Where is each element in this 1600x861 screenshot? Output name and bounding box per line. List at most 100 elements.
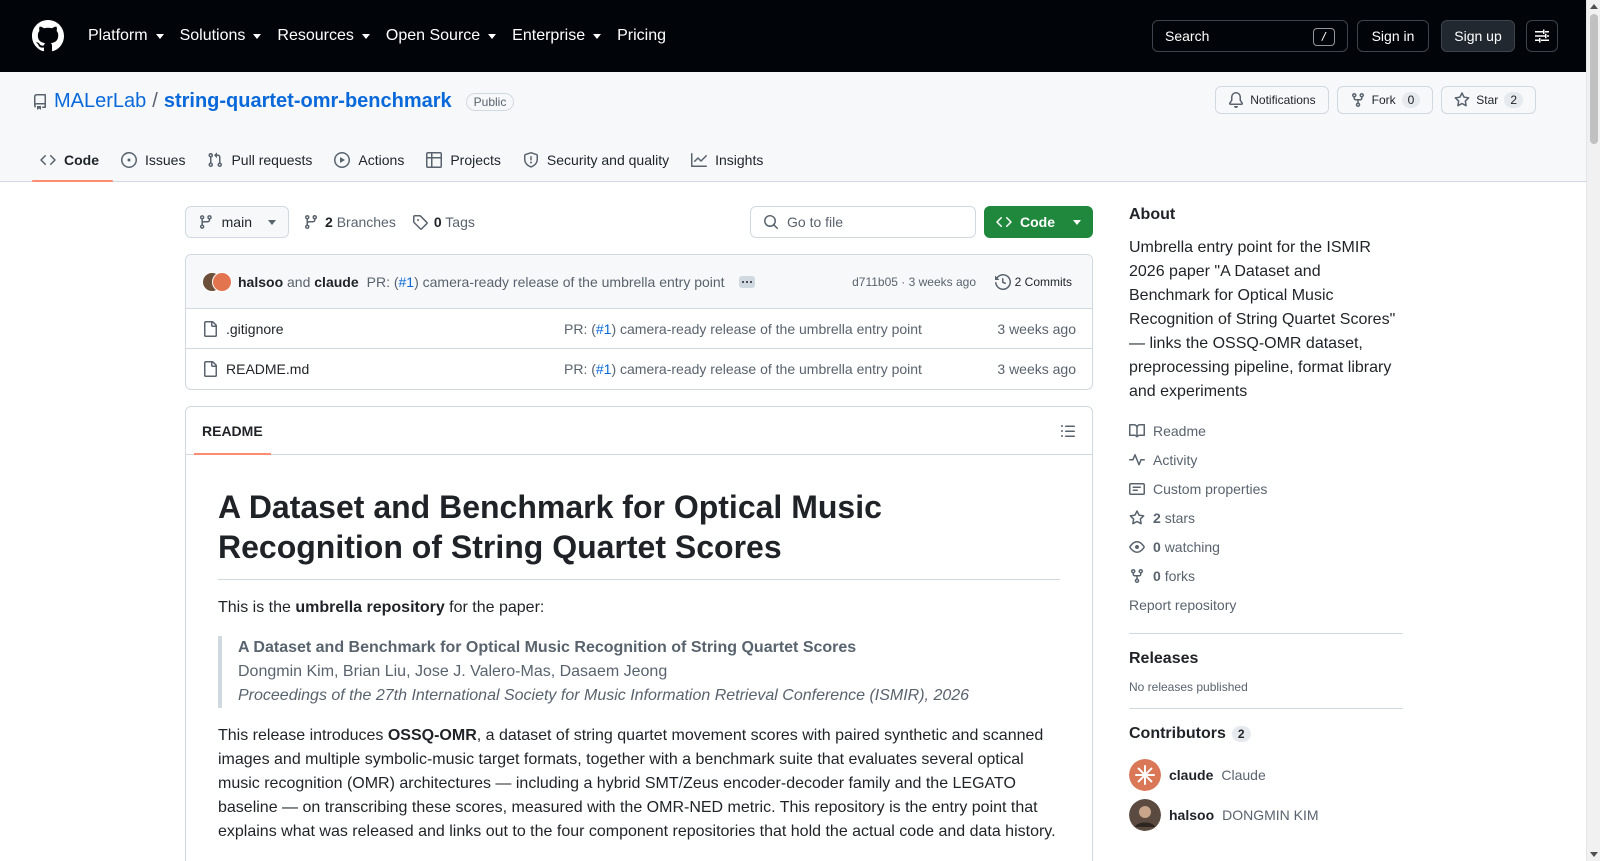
file-icon <box>204 361 217 377</box>
book-icon <box>1129 423 1145 437</box>
pr-link[interactable]: #1 <box>596 321 612 337</box>
fork-icon <box>1351 93 1364 108</box>
fork-label: Fork <box>1371 93 1396 107</box>
readme-intro: This is the umbrella repository for the … <box>218 599 545 616</box>
page-scrollbar[interactable] <box>1586 0 1600 861</box>
file-name-link[interactable]: README.md <box>226 361 309 377</box>
file-commit-message[interactable]: PR: (#1) camera-ready release of the umb… <box>564 361 922 377</box>
tag-icon <box>412 215 428 230</box>
nav-enterprise[interactable]: Enterprise <box>504 18 609 54</box>
tab-code[interactable]: Code <box>32 138 113 182</box>
repo-name-link[interactable]: string-quartet-omr-benchmark <box>164 90 452 113</box>
issue-opened-icon <box>121 152 137 168</box>
code-icon <box>996 216 1012 228</box>
avatar <box>1129 799 1161 831</box>
file-name-link[interactable]: .gitignore <box>226 321 284 337</box>
tab-issues[interactable]: Issues <box>113 138 199 182</box>
pull-request-icon <box>208 152 223 168</box>
branches-count: 2 <box>325 214 333 230</box>
readme-link[interactable]: Readme <box>1129 416 1403 445</box>
tab-projects[interactable]: Projects <box>418 138 515 182</box>
commit-author-link[interactable]: claude <box>314 274 358 290</box>
nav-platform[interactable]: Platform <box>80 18 172 54</box>
github-logo-icon[interactable] <box>32 20 64 52</box>
star-button[interactable]: Star 2 <box>1441 86 1536 114</box>
fork-button[interactable]: Fork 0 <box>1336 86 1434 114</box>
divider <box>1129 633 1403 634</box>
citation-venue: Proceedings of the 27th International So… <box>238 687 970 704</box>
search-icon <box>764 215 779 230</box>
contributors-count: 2 <box>1231 726 1251 742</box>
report-repository-link[interactable]: Report repository <box>1129 590 1403 619</box>
forks-link[interactable]: 0 forks <box>1129 561 1403 590</box>
nav-open-source[interactable]: Open Source <box>378 18 504 54</box>
notifications-label: Notifications <box>1250 93 1316 107</box>
pr-link[interactable]: #1 <box>596 361 612 377</box>
tab-security[interactable]: Security and quality <box>515 138 683 182</box>
chevron-down-icon <box>361 33 370 39</box>
activity-link[interactable]: Activity <box>1129 445 1403 474</box>
repo-actions: Notifications Fork 0 Star 2 <box>1215 86 1536 114</box>
readme-title: A Dataset and Benchmark for Optical Musi… <box>218 487 1060 580</box>
repo-title: MALerLab / string-quartet-omr-benchmark … <box>32 90 515 113</box>
nav-pricing[interactable]: Pricing <box>609 18 674 54</box>
repo-icon <box>34 93 46 110</box>
code-dropdown-button[interactable]: Code <box>984 206 1093 238</box>
contributors-heading[interactable]: Contributors 2 <box>1129 725 1403 743</box>
star-icon <box>1129 509 1145 524</box>
commit-message[interactable]: PR: (#1) camera-ready release of the umb… <box>367 274 725 290</box>
search-input[interactable]: Search / <box>1152 20 1348 52</box>
list-unordered-icon[interactable] <box>1060 423 1076 439</box>
shield-icon <box>523 152 538 168</box>
nav-resources[interactable]: Resources <box>269 18 377 54</box>
code-button-label: Code <box>1020 214 1055 230</box>
chevron-down-icon <box>268 219 276 225</box>
contributor-item[interactable]: claude Claude <box>1129 755 1403 795</box>
notifications-button[interactable]: Notifications <box>1215 86 1329 114</box>
divider <box>1129 708 1403 709</box>
go-to-file-input[interactable]: Go to file <box>750 206 976 238</box>
file-commit-message[interactable]: PR: (#1) camera-ready release of the umb… <box>564 321 922 337</box>
top-nav: Platform Solutions Resources Open Source… <box>80 0 674 72</box>
chevron-down-icon <box>488 33 497 39</box>
releases-heading[interactable]: Releases <box>1129 650 1403 668</box>
contributor-item[interactable]: halsoo DONGMIN KIM <box>1129 795 1403 835</box>
tab-insights[interactable]: Insights <box>683 138 777 182</box>
pr-link[interactable]: #1 <box>399 274 415 290</box>
branches-link[interactable]: 2 Branches <box>303 214 396 230</box>
branches-label: Branches <box>336 214 396 230</box>
citation-title: A Dataset and Benchmark for Optical Musi… <box>238 639 857 656</box>
scroll-down-arrow-icon[interactable] <box>1590 852 1598 857</box>
nav-solutions[interactable]: Solutions <box>172 18 270 54</box>
sign-in-button[interactable]: Sign in <box>1357 20 1429 52</box>
readme-header: README <box>186 407 1092 455</box>
scrollbar-thumb[interactable] <box>1590 14 1598 144</box>
branch-icon <box>304 215 317 230</box>
scroll-up-arrow-icon[interactable] <box>1590 4 1598 9</box>
stars-link[interactable]: 2 stars <box>1129 503 1403 532</box>
tab-pull-requests[interactable]: Pull requests <box>199 138 326 182</box>
avatar[interactable] <box>212 271 232 292</box>
expand-commit-button[interactable] <box>738 275 755 288</box>
commit-sha-time[interactable]: d711b05 · 3 weeks ago <box>852 275 976 289</box>
repo-owner-link[interactable]: MALerLab <box>54 90 146 113</box>
graph-icon <box>691 153 708 167</box>
commit-author-link[interactable]: halsoo <box>238 274 283 290</box>
tags-link[interactable]: 0 Tags <box>412 214 475 230</box>
tab-actions[interactable]: Actions <box>326 138 418 182</box>
contributor-login: halsoo <box>1169 807 1215 823</box>
watchers-link[interactable]: 0 watching <box>1129 532 1403 561</box>
chevron-down-icon <box>253 33 262 39</box>
note-icon <box>1129 482 1145 495</box>
file-list: halsoo and claude PR: (#1) camera-ready … <box>185 254 1093 390</box>
commits-history-link[interactable]: 2 Commits <box>994 273 1072 290</box>
chevron-down-icon <box>593 33 602 39</box>
branch-selector[interactable]: main <box>185 206 289 238</box>
custom-properties-link[interactable]: Custom properties <box>1129 474 1403 503</box>
settings-menu-button[interactable] <box>1526 20 1558 52</box>
sign-up-button[interactable]: Sign up <box>1441 20 1515 52</box>
tab-readme[interactable]: README <box>194 407 271 455</box>
branch-toolbar: main 2 Branches 0 Tags Go to file Code <box>185 206 1093 238</box>
search-shortcut-key: / <box>1313 28 1335 46</box>
fork-count: 0 <box>1401 92 1421 108</box>
